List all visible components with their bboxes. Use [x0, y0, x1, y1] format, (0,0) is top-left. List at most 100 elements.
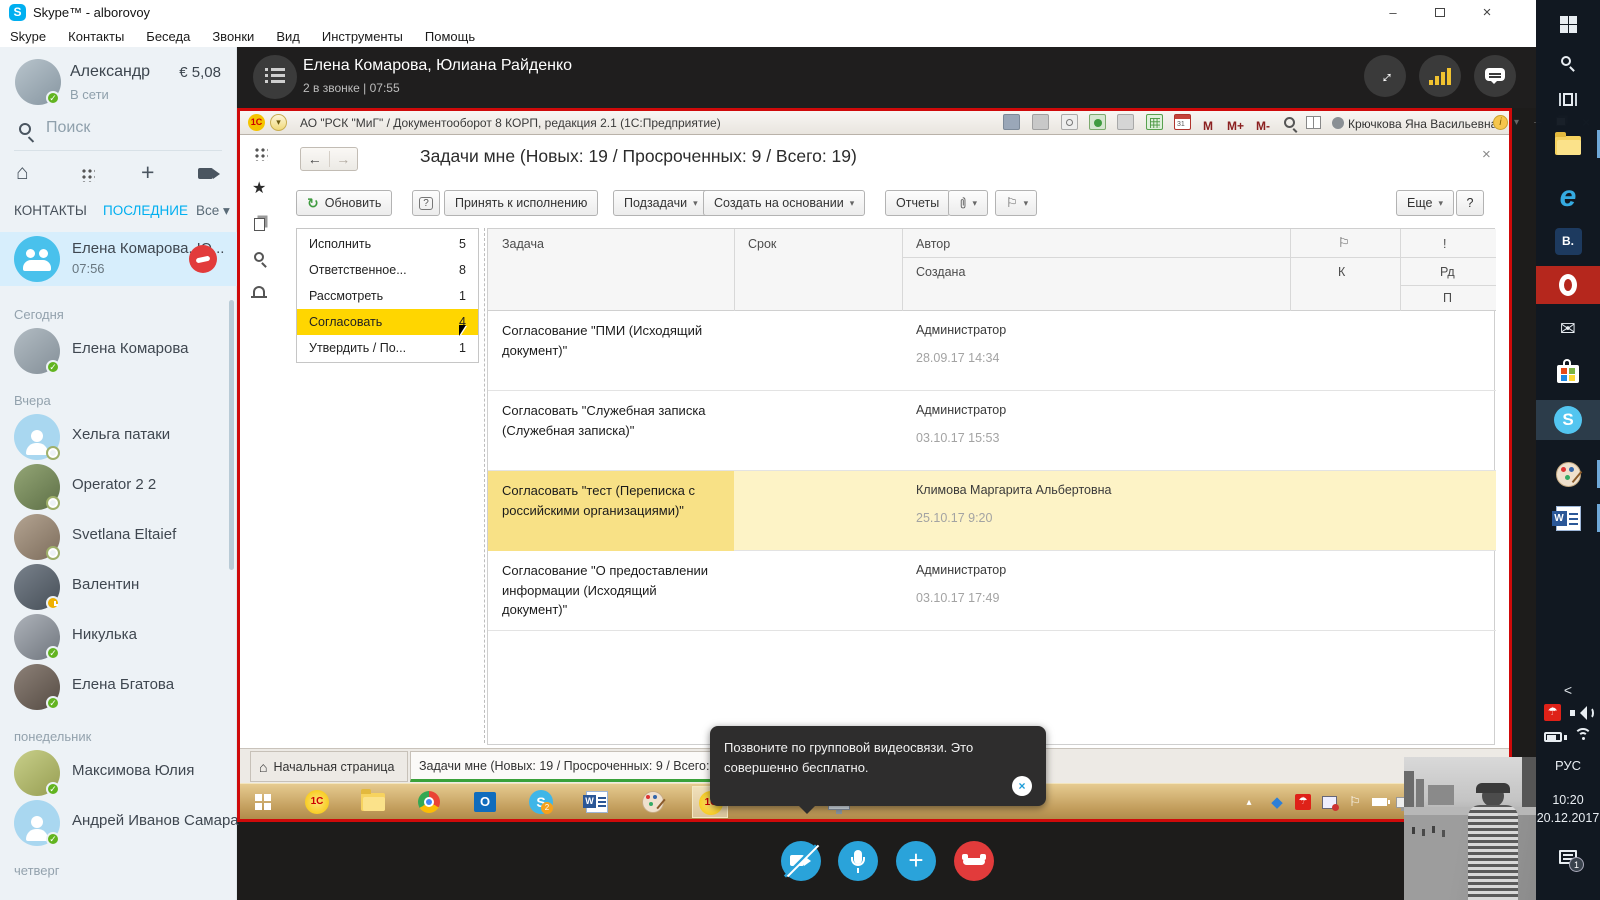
- split-view-icon[interactable]: [1306, 116, 1321, 129]
- contact-row[interactable]: Валентин: [0, 562, 237, 612]
- taskbar-edge[interactable]: e: [1536, 180, 1600, 214]
- tray-schedule-icon[interactable]: [1316, 789, 1342, 815]
- notifications-bell-icon[interactable]: [253, 286, 265, 296]
- sections-menu-icon[interactable]: [253, 146, 268, 161]
- tray-battery-icon[interactable]: [1366, 789, 1392, 815]
- video-call-icon[interactable]: [198, 168, 213, 179]
- close-button[interactable]: ×: [1472, 3, 1502, 23]
- form-close-button[interactable]: ×: [1482, 146, 1491, 163]
- chat-button[interactable]: [1474, 55, 1516, 97]
- sidebar-scrollbar[interactable]: [229, 300, 234, 570]
- tab-contacts[interactable]: КОНТАКТЫ: [14, 203, 87, 218]
- reports-button[interactable]: Отчеты: [885, 190, 950, 216]
- end-call-button[interactable]: [954, 841, 994, 881]
- contact-row[interactable]: ✓ Елена Комарова: [0, 326, 237, 376]
- add-participant-button[interactable]: +: [896, 841, 936, 881]
- menu-skype[interactable]: Skype: [10, 29, 46, 44]
- table-row[interactable]: Согласование "ПМИ (Исходящий документ)" …: [488, 311, 1496, 391]
- col-p[interactable]: П: [1443, 291, 1452, 305]
- taskbar-skype[interactable]: S: [1536, 400, 1600, 440]
- print-preview-icon[interactable]: [1061, 114, 1078, 130]
- contact-row[interactable]: Operator 2 2: [0, 462, 237, 512]
- remote-1c-icon[interactable]: 1С: [304, 789, 330, 815]
- menu-view[interactable]: Вид: [276, 29, 300, 44]
- subtasks-button[interactable]: Подзадачи▾: [613, 190, 709, 216]
- menu-tools[interactable]: Инструменты: [322, 29, 403, 44]
- group-item[interactable]: Рассмотреть1: [297, 283, 478, 309]
- mute-button[interactable]: [838, 841, 878, 881]
- main-menu-dropdown-icon[interactable]: ▾: [270, 114, 287, 131]
- memory-mminus-button[interactable]: M-: [1256, 119, 1270, 133]
- action-center-button[interactable]: 1: [1536, 842, 1600, 872]
- group-item[interactable]: Исполнить5: [297, 231, 478, 257]
- accept-button[interactable]: Принять к исполнению: [444, 190, 598, 216]
- dialpad-icon[interactable]: [80, 167, 95, 182]
- favorites-star-icon[interactable]: ★: [252, 178, 266, 198]
- hangup-badge[interactable]: [189, 245, 217, 273]
- call-quality-button[interactable]: [1419, 55, 1461, 97]
- col-author[interactable]: Автор: [916, 237, 950, 251]
- col-created[interactable]: Создана: [916, 265, 965, 279]
- taskbar-word[interactable]: W: [1536, 500, 1600, 536]
- menu-conversation[interactable]: Беседа: [146, 29, 190, 44]
- group-item[interactable]: Ответственное...8: [297, 257, 478, 283]
- remote-chrome-icon[interactable]: [416, 789, 442, 815]
- tray-avira-icon[interactable]: ☂: [1290, 789, 1316, 815]
- zoom-icon[interactable]: [1284, 117, 1295, 128]
- minimize-button[interactable]: –: [1378, 3, 1408, 23]
- col-flag-icon[interactable]: ⚐: [1338, 235, 1350, 251]
- memory-mplus-button[interactable]: M+: [1227, 119, 1244, 133]
- start-button[interactable]: [1536, 8, 1600, 40]
- table-row-selected[interactable]: Согласовать "тест (Переписка с российски…: [488, 471, 1496, 551]
- taskbar-mail[interactable]: ✉: [1536, 312, 1600, 346]
- help-button[interactable]: ?: [1456, 190, 1484, 216]
- taskbar-store[interactable]: [1536, 356, 1600, 392]
- fullscreen-button[interactable]: ↔: [1364, 55, 1406, 97]
- balance[interactable]: € 5,08: [179, 64, 221, 81]
- refresh-button[interactable]: ↻ Обновить: [296, 190, 392, 216]
- conversation-item-active[interactable]: Елена Комарова, Ю... 07:56: [0, 232, 237, 286]
- tray-flag-icon[interactable]: ⚐: [1342, 789, 1368, 815]
- presence-status[interactable]: В сети: [70, 87, 109, 102]
- add-contact-icon[interactable]: +: [141, 159, 154, 186]
- col-task[interactable]: Задача: [502, 237, 544, 251]
- remote-outlook-icon[interactable]: O: [472, 789, 498, 815]
- comment-button[interactable]: ?: [412, 190, 440, 216]
- back-button[interactable]: ←: [301, 151, 330, 167]
- calculator-icon[interactable]: [1146, 114, 1163, 130]
- video-toggle-button[interactable]: [781, 841, 821, 881]
- taskbar-opera[interactable]: [1536, 266, 1600, 304]
- remote-explorer-icon[interactable]: [360, 789, 386, 815]
- language-indicator[interactable]: РУС: [1536, 756, 1600, 774]
- col-rd[interactable]: Рд: [1440, 265, 1455, 279]
- table-row[interactable]: Согласование "О предоставлении информаци…: [488, 551, 1496, 631]
- col-excl[interactable]: !: [1443, 237, 1446, 251]
- attachments-button[interactable]: ▾: [948, 190, 988, 216]
- tray-dropbox-icon[interactable]: ◆: [1264, 789, 1290, 815]
- menu-help[interactable]: Помощь: [425, 29, 475, 44]
- send-icon[interactable]: [1089, 114, 1106, 130]
- clock-time[interactable]: 10:20: [1536, 792, 1600, 808]
- menu-contacts[interactable]: Контакты: [68, 29, 124, 44]
- panel-splitter[interactable]: [484, 228, 485, 743]
- taskbar-explorer[interactable]: [1536, 128, 1600, 162]
- taskbar-paint[interactable]: [1536, 456, 1600, 492]
- task-view-button[interactable]: [1536, 84, 1600, 114]
- table-row[interactable]: Согласовать "Служебная записка (Служебна…: [488, 391, 1496, 471]
- contact-row[interactable]: ✓ Андрей Иванов Самара: [0, 798, 237, 848]
- tray-chevron-icon[interactable]: <: [1536, 678, 1600, 702]
- contact-row[interactable]: ✓ Максимова Юлия: [0, 748, 237, 798]
- tray-expand-icon[interactable]: ▴: [1236, 789, 1262, 815]
- memory-m-button[interactable]: M: [1203, 119, 1213, 133]
- flag-button[interactable]: ⚐ ▾: [995, 190, 1037, 216]
- group-item[interactable]: Утвердить / По...1: [297, 335, 478, 361]
- tab-recent[interactable]: ПОСЛЕДНИЕ: [103, 203, 188, 218]
- tooltip-close-button[interactable]: ×: [1012, 776, 1032, 796]
- service-dropdown-icon[interactable]: ▾: [1514, 117, 1519, 128]
- forward-button[interactable]: →: [330, 151, 358, 167]
- more-button[interactable]: Еще▾: [1396, 190, 1454, 216]
- maximize-button[interactable]: [1425, 3, 1455, 23]
- home-icon[interactable]: ⌂: [16, 161, 29, 185]
- create-based-button[interactable]: Создать на основании▾: [703, 190, 865, 216]
- remote-word-icon[interactable]: W: [584, 789, 610, 815]
